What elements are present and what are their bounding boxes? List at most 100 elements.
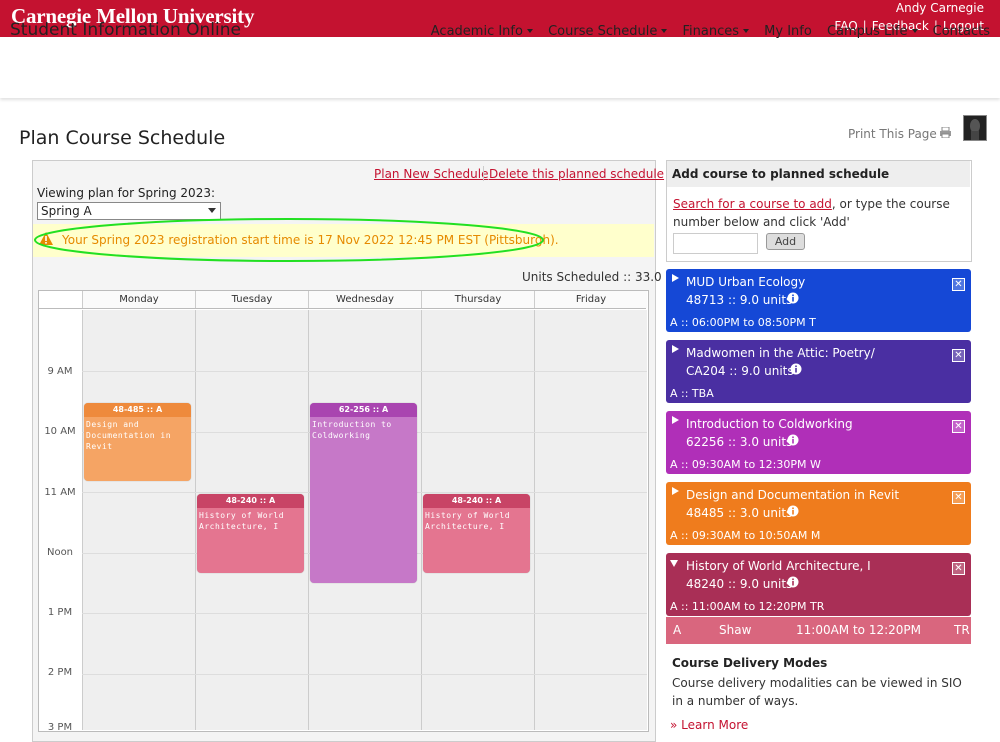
time-label: 3 PM [47,722,73,733]
course-title: History of World Architecture, I [686,559,871,573]
select-value: Spring A [41,204,92,218]
print-page-link[interactable]: Print This Page [848,127,937,141]
nav-label: Course Schedule [548,24,658,39]
course-title: MUD Urban Ecology [686,275,806,289]
units-scheduled: Units Scheduled :: 33.0 [522,270,662,284]
hour-line [82,371,647,372]
close-icon[interactable]: ✕ [952,420,965,433]
time-label: 1 PM [47,607,73,618]
course-units: 48485 :: 3.0 units [686,506,793,520]
add-course-button[interactable]: Add [766,233,805,250]
course-card-ca204[interactable]: Madwomen in the Attic: Poetry/ CA204 :: … [666,340,971,403]
hour-line [82,674,647,675]
event-title: History of World Architecture, I [425,511,511,531]
avatar-icon [970,119,980,140]
close-icon[interactable]: ✕ [952,349,965,362]
course-card-62256[interactable]: Introduction to Coldworking 62256 :: 3.0… [666,411,971,474]
delivery-modes-title: Course Delivery Modes [672,656,828,670]
expand-arrow-icon[interactable] [672,487,679,495]
event-code: 62-256 :: A [310,403,417,417]
time-label: 10 AM [44,426,76,437]
day-header-wednesday: Wednesday [308,291,421,308]
section: A [673,623,682,637]
event-title: Design and Documentation in Revit [86,420,172,451]
nav-course-schedule[interactable]: Course Schedule [548,24,668,39]
app-title[interactable]: Student Information Online [10,20,241,40]
calendar-event-48240-thu[interactable]: 48-240 :: A History of World Architectur… [423,494,530,573]
nav-bar [0,37,1000,98]
calendar-event-62256[interactable]: 62-256 :: A Introduction to Coldworking [310,403,417,583]
nav-contacts[interactable]: Contacts [933,24,990,39]
time-label: Noon [46,547,74,558]
day-header-thursday: Thursday [421,291,534,308]
event-code: 48-240 :: A [197,494,304,508]
printer-icon[interactable] [940,127,951,138]
info-icon[interactable] [787,505,799,517]
search-course-link[interactable]: Search for a course to add [673,197,832,211]
section-days: TR [954,623,970,637]
course-card-48485[interactable]: Design and Documentation in Revit 48485 … [666,482,971,545]
course-number-input[interactable] [673,233,758,254]
event-title: Introduction to Coldworking [312,420,392,440]
calendar-event-48485[interactable]: 48-485 :: A Design and Documentation in … [84,403,191,481]
caret-down-icon [911,29,918,33]
collapse-arrow-icon[interactable] [670,560,678,567]
caret-down-icon [661,29,668,33]
viewing-plan-label: Viewing plan for Spring 2023: [37,186,216,200]
user-name: Andy Carnegie [895,1,984,15]
add-course-title: Add course to planned schedule [672,167,890,181]
course-time: A :: 11:00AM to 12:20PM TR [670,600,825,613]
nav-label: Campus Life [826,24,908,39]
expand-arrow-icon[interactable] [672,274,679,282]
day-column [82,310,195,730]
nav-my-info[interactable]: My Info [764,24,812,39]
time-label: 2 PM [47,667,73,678]
day-column [534,310,647,730]
calendar-event-48240-tue[interactable]: 48-240 :: A History of World Architectur… [197,494,304,573]
time-label: 11 AM [44,487,76,498]
add-course-instructions: Search for a course to add, or type the … [673,195,965,231]
day-header-friday: Friday [534,291,647,308]
hour-line [82,613,647,614]
course-card-48713[interactable]: MUD Urban Ecology 48713 :: 9.0 units A :… [666,269,971,332]
course-title: Introduction to Coldworking [686,417,853,431]
nav-label: My Info [764,24,812,39]
caret-down-icon [743,29,750,33]
nav-academic-info[interactable]: Academic Info [431,24,533,39]
expand-arrow-icon[interactable] [672,416,679,424]
day-header-monday: Monday [82,291,195,308]
main-nav: Academic Info Course Schedule Finances M… [420,24,990,39]
nav-campus-life[interactable]: Campus Life [827,24,918,39]
course-title: Madwomen in the Attic: Poetry/ [686,346,875,360]
course-units: 48713 :: 9.0 units [686,293,793,307]
info-icon[interactable] [787,292,799,304]
course-time: A :: 09:30AM to 10:50AM M [670,529,821,542]
learn-more-link[interactable]: » Learn More [670,718,748,732]
instructor: Shaw [719,623,752,637]
course-units: 48240 :: 9.0 units [686,577,793,591]
course-time: A :: 06:00PM to 08:50PM T [670,316,816,329]
section-detail-row: A Shaw 11:00AM to 12:20PM TR [666,617,971,644]
course-title: Design and Documentation in Revit [686,488,900,502]
nav-finances[interactable]: Finances [683,24,750,39]
nav-label: Finances [682,24,740,39]
delivery-modes-text: Course delivery modalities can be viewed… [672,676,962,708]
delete-schedule-link[interactable]: Delete this planned schedule [489,167,664,181]
info-icon[interactable] [790,363,802,375]
course-time: A :: TBA [670,387,714,400]
course-units: 62256 :: 3.0 units [686,435,793,449]
expand-arrow-icon[interactable] [672,345,679,353]
close-icon[interactable]: ✕ [952,278,965,291]
close-icon[interactable]: ✕ [952,562,965,575]
close-icon[interactable]: ✕ [952,491,965,504]
info-icon[interactable] [787,576,799,588]
profile-photo[interactable] [963,115,987,141]
event-code: 48-485 :: A [84,403,191,417]
day-header-tuesday: Tuesday [195,291,308,308]
caret-down-icon [526,29,533,33]
event-code: 48-240 :: A [423,494,530,508]
plan-new-schedule-link[interactable]: Plan New Schedule [374,167,488,181]
info-icon[interactable] [787,434,799,446]
course-card-48240[interactable]: History of World Architecture, I 48240 :… [666,553,971,616]
divider [483,166,484,181]
